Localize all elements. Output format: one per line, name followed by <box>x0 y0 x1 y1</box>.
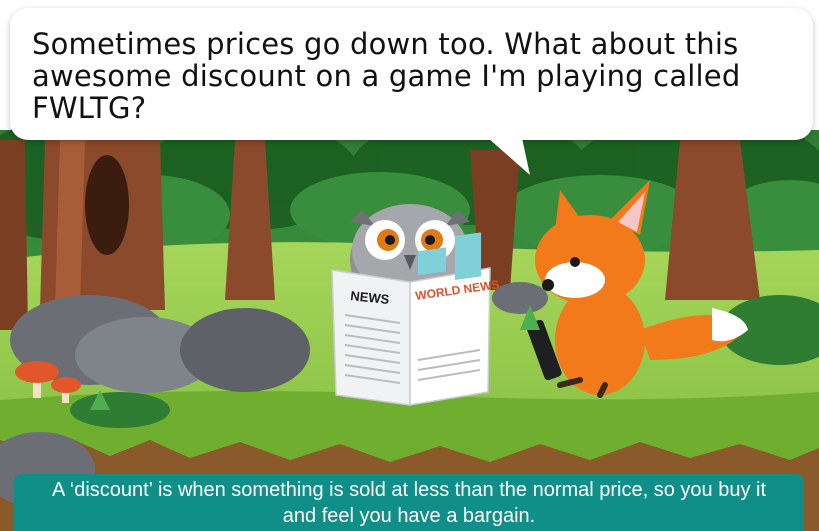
story-scene: NEWS WORLD NEWS Sometimes prices go down… <box>0 0 819 531</box>
caption-bar: A ‘discount’ is when something is sold a… <box>14 474 804 531</box>
speech-bubble-text: Sometimes prices go down too. What about… <box>32 27 741 125</box>
tree-trunk-left <box>40 140 165 310</box>
caption-text: A ‘discount’ is when something is sold a… <box>51 478 767 527</box>
